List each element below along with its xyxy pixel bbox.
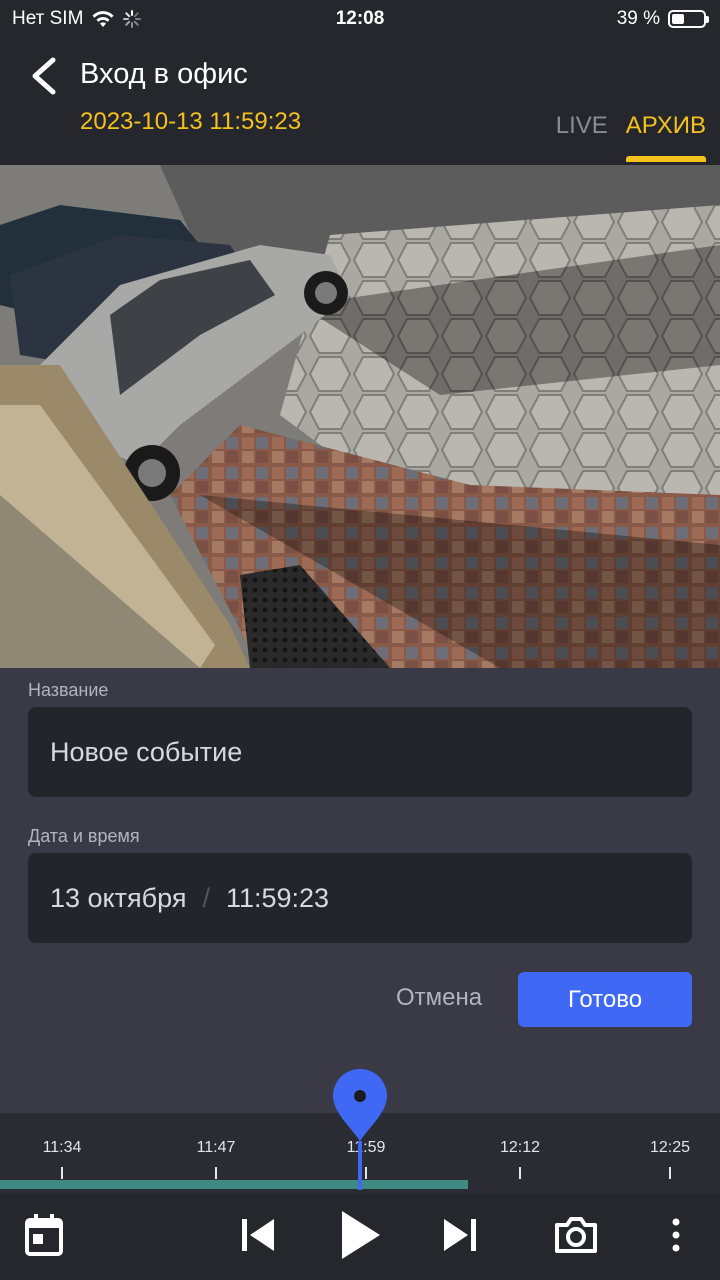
previous-button[interactable] [228,1205,288,1265]
timeline-tick-mark [61,1167,63,1179]
header: Вход в офис 2023-10-13 11:59:23 LIVE АРХ… [0,40,720,165]
battery-level [672,14,684,24]
calendar-icon [25,1214,63,1256]
done-button[interactable]: Готово [518,972,692,1027]
battery-icon [668,10,709,28]
camera-frame-image [0,165,720,668]
playhead-marker-icon[interactable] [331,1067,389,1143]
datetime-label: Дата и время [28,826,140,846]
cancel-button[interactable]: Отмена [376,970,502,1026]
snapshot-button[interactable] [546,1205,606,1265]
tab-live[interactable]: LIVE [556,112,608,152]
chevron-left-icon [32,57,56,95]
timeline-tick-mark [669,1167,671,1179]
event-form: Название Новое событие Дата и время 13 о… [0,668,720,1113]
timeline-tick-mark [215,1167,217,1179]
timeline-tick-label: 11:47 [196,1139,236,1156]
timeline-tick-label: 12:25 [649,1139,691,1156]
player-toolbar [0,1193,720,1280]
active-tab-indicator [625,156,706,162]
camera-icon [555,1217,597,1253]
timeline-tick-label: 11:34 [42,1139,82,1156]
clock: 12:08 [335,8,385,29]
date-value[interactable]: 13 октября [50,883,186,914]
recorded-track [0,1180,468,1189]
status-bar: Нет SIM 12:08 39 % [0,0,720,40]
calendar-button[interactable] [14,1205,74,1265]
tab-live-label: LIVE [555,112,608,139]
back-button[interactable] [22,54,66,98]
datetime-field[interactable]: 13 октября / 11:59:23 [28,853,692,943]
name-label: Название [28,680,109,700]
page-title: Вход в офис [80,58,248,90]
camera-video[interactable] [0,165,720,668]
date-time-separator: / [202,882,210,913]
skip-previous-icon [242,1219,274,1251]
skip-next-icon [444,1219,476,1251]
timeline-tick-label: 12:12 [499,1139,541,1156]
play-button[interactable] [330,1205,390,1265]
event-name-value: Новое событие [50,736,243,767]
battery-percent: 39 % [616,8,660,29]
playhead-line [358,1141,362,1190]
tab-archive[interactable]: АРХИВ [625,112,706,162]
timeline-tick-mark [519,1167,521,1179]
tab-archive-label: АРХИВ [625,112,706,139]
next-button[interactable] [430,1205,490,1265]
archive-datetime: 2023-10-13 11:59:23 [80,108,302,135]
time-value[interactable]: 11:59:23 [226,883,329,914]
more-button[interactable] [646,1205,706,1265]
event-name-input[interactable]: Новое событие [28,707,692,797]
timeline-tick-mark [365,1167,367,1179]
view-tabs: LIVE АРХИВ [556,112,706,162]
play-icon [342,1211,380,1259]
more-vertical-icon [672,1218,680,1252]
